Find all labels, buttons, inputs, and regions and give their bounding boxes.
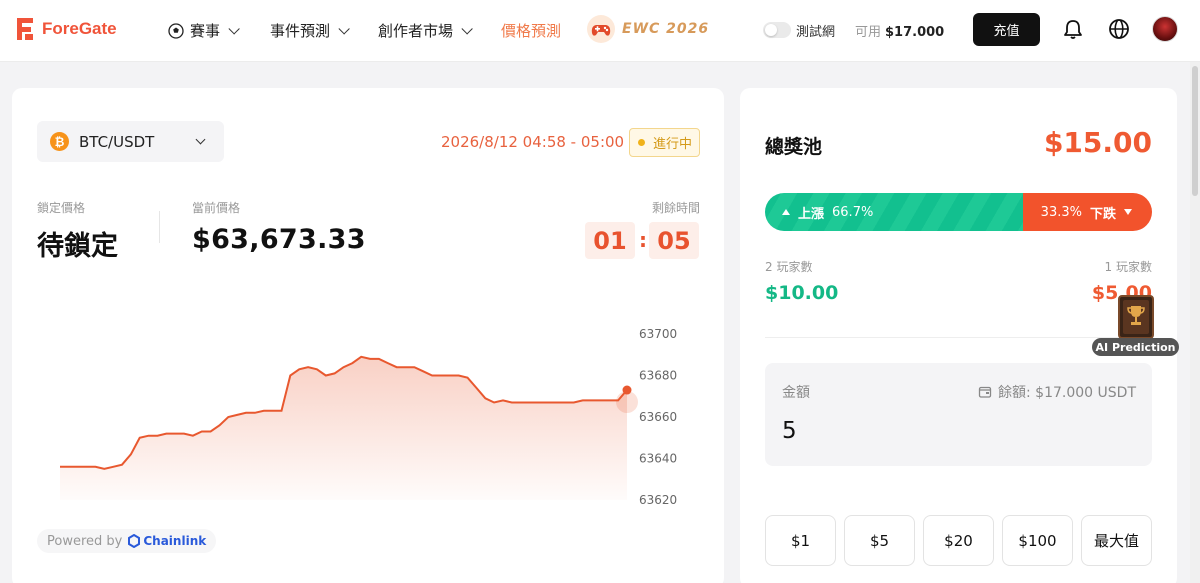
current-price-dot <box>622 385 632 395</box>
brand-name: ForeGate <box>42 19 117 38</box>
nav-item-price-prediction[interactable]: 價格預測 <box>501 20 561 41</box>
gamepad-icon <box>587 15 615 43</box>
chevron-down-icon <box>338 22 350 35</box>
quick-amount-5-button[interactable]: $5 <box>844 515 915 566</box>
pair-selector[interactable]: ₿ BTC/USDT <box>37 121 224 162</box>
down-percent: 33.3% <box>1040 204 1082 220</box>
quick-amount-20-button[interactable]: $20 <box>923 515 994 566</box>
countdown-minutes: 01 <box>585 222 635 259</box>
chainlink-icon <box>128 534 141 548</box>
pool-title: 總獎池 <box>765 136 823 158</box>
y-tick-label: 63640 <box>639 452 677 466</box>
y-tick-label: 63700 <box>639 327 677 341</box>
down-players-count: 1 玩家數 <box>1104 260 1152 274</box>
nav-item-label: 創作者市場 <box>378 23 454 40</box>
up-down-split-bar: 上漲 66.7% 33.3% 下跌 <box>765 193 1152 231</box>
arrow-up-icon <box>782 209 790 215</box>
ai-prediction-badge[interactable]: AI Prediction <box>1092 338 1179 356</box>
globe-icon[interactable] <box>1108 18 1130 40</box>
amount-label: 金額 <box>782 385 810 401</box>
nav-item-events[interactable]: 賽事 <box>168 20 240 41</box>
recharge-button[interactable]: 充值 <box>973 13 1040 46</box>
testnet-toggle[interactable] <box>763 22 791 38</box>
chainlink-logo: Chainlink <box>128 534 206 548</box>
nav-item-event-prediction[interactable]: 事件預測 <box>270 20 350 41</box>
chevron-down-icon <box>461 22 473 35</box>
countdown-separator: : <box>639 228 647 252</box>
status-label: 進行中 <box>653 137 693 152</box>
chevron-down-icon <box>228 22 240 35</box>
divider <box>159 211 160 243</box>
y-tick-label: 63620 <box>639 493 677 507</box>
up-amount: $10.00 <box>765 282 839 304</box>
available-label: 可用 <box>855 25 882 40</box>
foregate-logo-icon <box>17 18 33 40</box>
down-option[interactable]: 33.3% 下跌 <box>1023 193 1152 231</box>
status-badge: 進行中 <box>629 128 700 157</box>
nav-item-creator-market[interactable]: 創作者市場 <box>378 20 473 41</box>
chevron-down-icon <box>195 134 206 145</box>
avatar[interactable] <box>1152 16 1178 42</box>
bell-icon[interactable] <box>1062 18 1084 40</box>
locked-price-label: 鎖定價格 <box>37 201 86 215</box>
remaining-time-label: 剩餘時間 <box>651 201 700 215</box>
up-option[interactable]: 上漲 66.7% <box>765 193 1023 231</box>
balance-info: 餘額: $17.000 USDT <box>978 382 1136 402</box>
current-price-value: $63,673.33 <box>192 224 366 255</box>
up-players-count: 2 玩家數 <box>765 260 813 274</box>
down-label: 下跌 <box>1089 206 1116 222</box>
quick-amount-100-button[interactable]: $100 <box>1002 515 1073 566</box>
price-area <box>60 356 627 500</box>
ewc-banner[interactable]: EWC 2026 <box>586 14 709 44</box>
nav-item-label: 事件預測 <box>270 23 331 40</box>
scrollbar-thumb[interactable] <box>1192 66 1198 196</box>
nav-item-label: 賽事 <box>190 23 221 40</box>
quick-amount-max-button[interactable]: 最大值 <box>1081 515 1152 566</box>
top-nav: ForeGate 賽事 事件預測 創作者市場 價格預測 EWC 2026 測試網 <box>0 0 1200 62</box>
powered-by-label: Powered by <box>47 533 123 549</box>
nav-item-label: 價格預測 <box>501 23 562 40</box>
amount-box <box>765 363 1152 466</box>
pool-value: $15.00 <box>1043 126 1152 159</box>
countdown-seconds: 05 <box>649 222 699 259</box>
y-tick-label: 63660 <box>639 410 677 424</box>
wallet-icon <box>978 386 992 398</box>
ewc-label: EWC 2026 <box>622 21 710 37</box>
balance-label: 餘額: $17.000 USDT <box>998 385 1136 401</box>
available-balance: 可用 $17.000 <box>855 21 944 40</box>
divider <box>765 337 1152 338</box>
amount-input[interactable] <box>782 416 982 446</box>
up-percent: 66.7% <box>832 204 874 220</box>
up-label: 上漲 <box>798 206 825 222</box>
brand-logo[interactable]: ForeGate <box>14 16 117 42</box>
bitcoin-icon: ₿ <box>50 132 69 151</box>
testnet-label: 測試網 <box>796 25 836 40</box>
available-value: $17.000 <box>885 25 945 40</box>
quick-amount-1-button[interactable]: $1 <box>765 515 836 566</box>
locked-price-value: 待鎖定 <box>37 231 118 262</box>
powered-by-badge: Powered by Chainlink <box>37 529 217 553</box>
status-dot-icon <box>638 139 645 146</box>
round-time-range: 2026/8/12 04:58 - 05:00 <box>441 133 625 151</box>
chainlink-label: Chainlink <box>143 534 207 548</box>
arrow-down-icon <box>1124 209 1132 215</box>
pair-label: BTC/USDT <box>79 132 155 151</box>
ai-book-icon[interactable] <box>1111 290 1163 342</box>
soccer-ball-icon <box>168 22 184 39</box>
price-chart: 63700 63680 63660 63640 63620 <box>60 327 677 507</box>
current-price-label: 當前價格 <box>192 201 241 215</box>
y-tick-label: 63680 <box>639 369 677 383</box>
